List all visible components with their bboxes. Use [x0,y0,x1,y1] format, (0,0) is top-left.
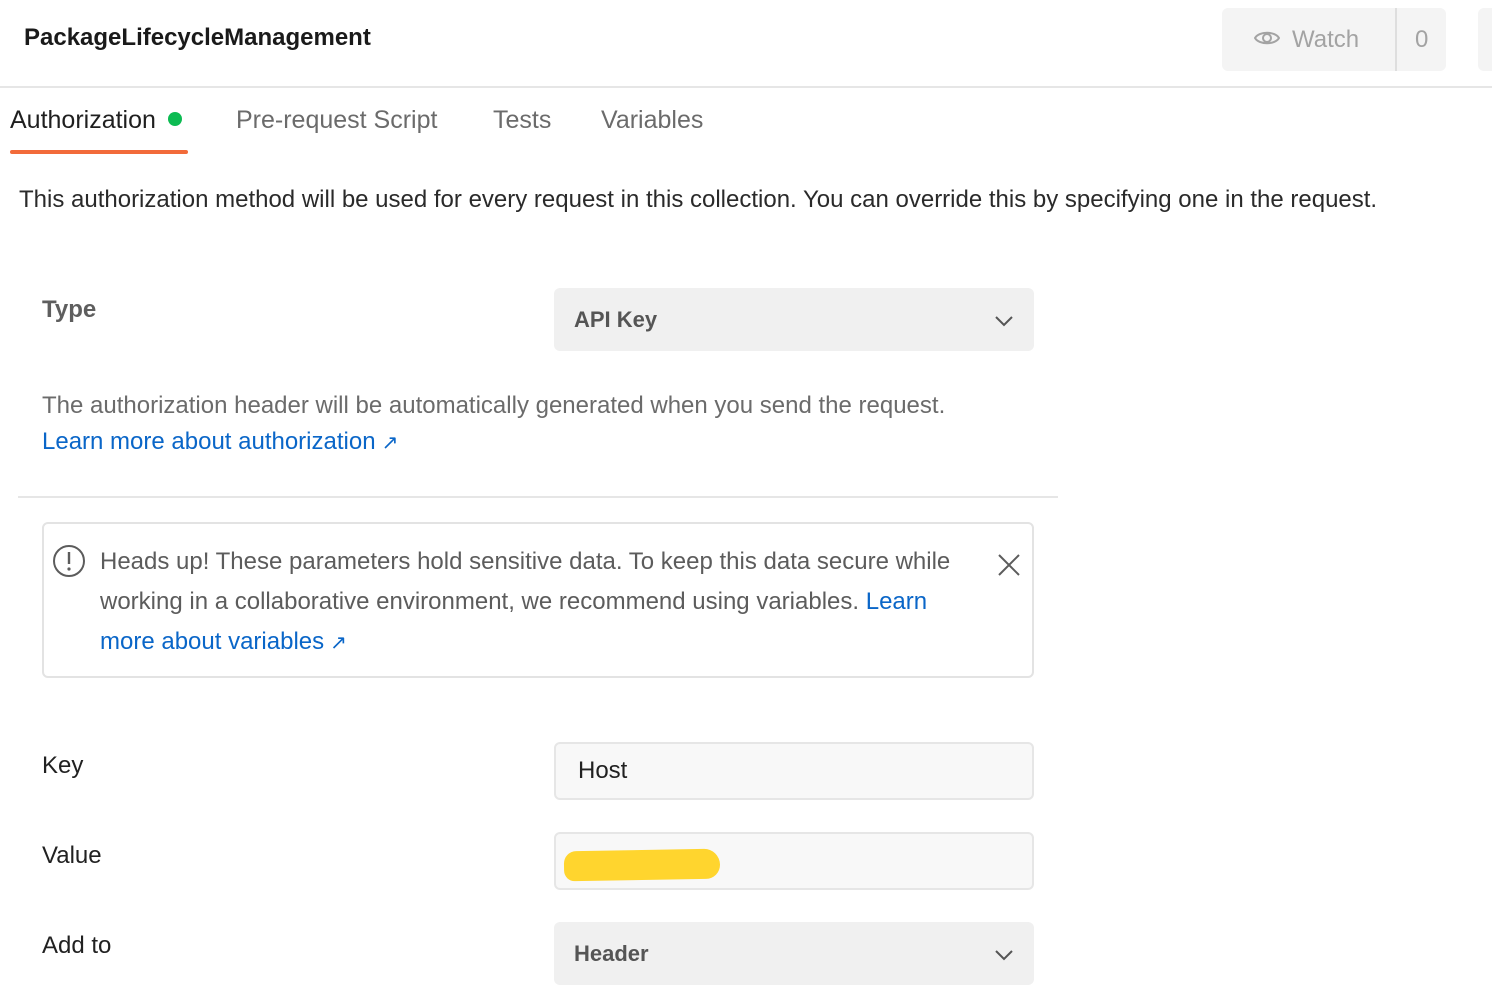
alert-text: Heads up! These parameters hold sensitiv… [100,548,951,615]
external-arrow-icon: ↗ [330,632,347,654]
tab-authorization[interactable]: Authorization [10,106,182,135]
type-label: Type [42,296,97,323]
link-label: Learn more about authorization [42,428,376,455]
active-tab-underline [10,150,188,154]
header-action-button-partial[interactable] [1478,8,1492,71]
auth-description: This authorization method will be used f… [19,186,1378,213]
collection-header: PackageLifecycleManagement Watch 0 [0,0,1492,88]
key-input[interactable]: Host [554,742,1034,800]
value-label: Value [42,842,102,869]
add-to-label: Add to [42,932,112,959]
add-to-value: Header [574,940,649,966]
tab-variables[interactable]: Variables [601,106,703,135]
section-divider [18,496,1058,498]
status-dot [167,112,182,127]
alert-message: Heads up! These parameters hold sensitiv… [100,542,960,663]
auth-note-text: The authorization header will be automat… [42,392,946,419]
tab-bar: Authorization Pre-request Script Tests V… [0,100,760,156]
collection-title: PackageLifecycleManagement [24,24,371,51]
sensitive-data-alert: Heads up! These parameters hold sensitiv… [42,522,1034,678]
value-input[interactable] [554,832,1034,890]
chevron-down-icon [994,941,1014,967]
learn-more-authorization-link[interactable]: Learn more about authorization ↗ [42,428,398,455]
tab-label: Authorization [10,106,156,134]
tab-pre-request-script[interactable]: Pre-request Script [236,106,437,135]
key-value: Host [578,757,628,784]
auth-note: The authorization header will be automat… [42,388,1042,461]
add-to-select[interactable]: Header [554,922,1034,985]
info-circle-icon [52,544,86,583]
auth-type-select[interactable]: API Key [554,288,1034,351]
watch-group: Watch 0 [1222,8,1446,71]
collection-authorization-page: PackageLifecycleManagement Watch 0 Autho… [0,0,1492,998]
watch-button[interactable]: Watch [1222,8,1397,71]
auth-type-value: API Key [574,306,658,332]
key-label: Key [42,752,84,779]
eye-icon [1253,26,1281,54]
close-icon[interactable] [996,552,1022,583]
external-arrow-icon: ↗ [381,432,399,454]
tab-tests[interactable]: Tests [493,106,551,135]
watch-count[interactable]: 0 [1397,26,1428,54]
watch-label: Watch [1292,25,1360,53]
redaction-mark [563,848,721,882]
chevron-down-icon [994,307,1014,333]
